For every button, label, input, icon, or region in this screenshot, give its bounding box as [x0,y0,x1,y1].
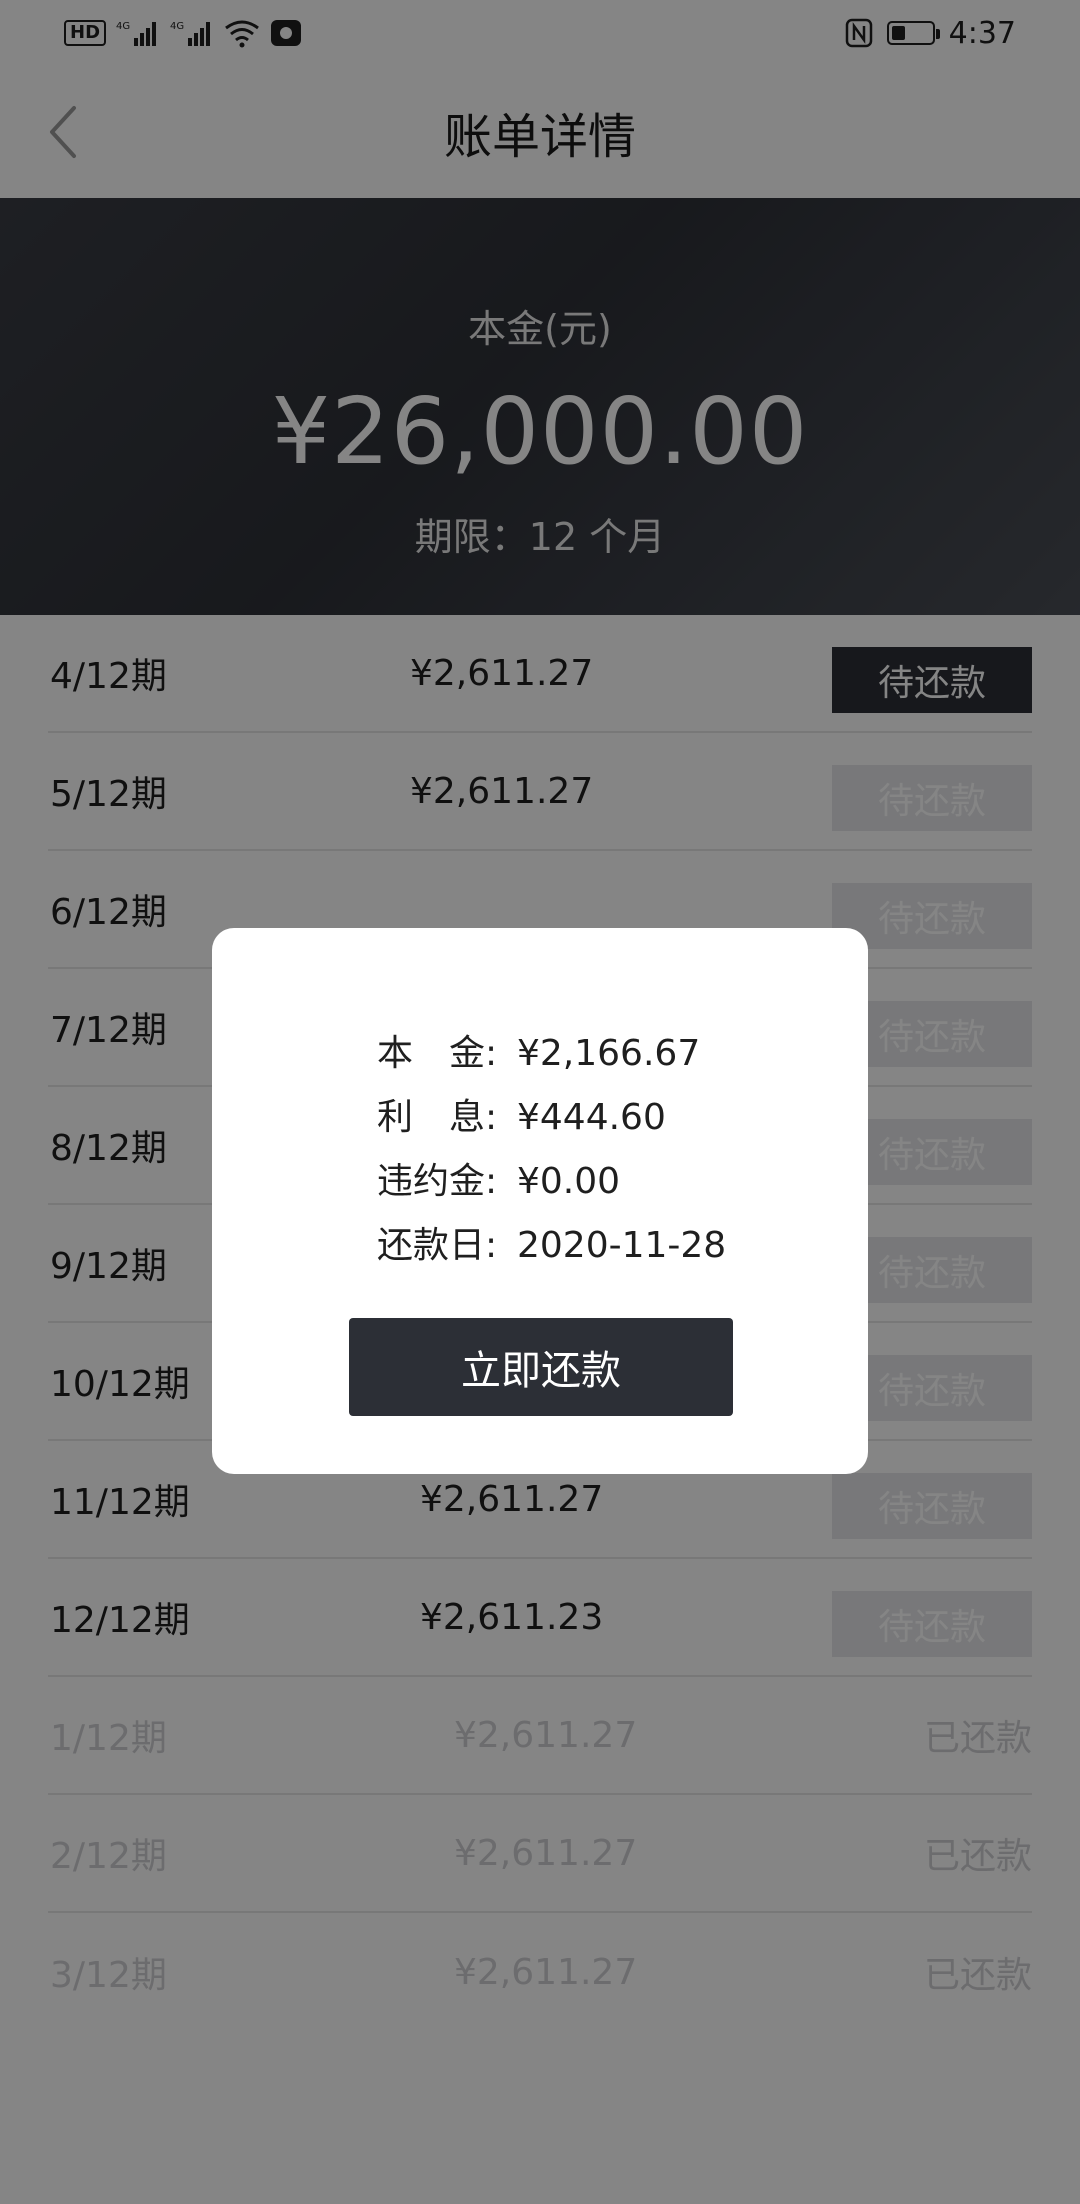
dialog-penalty-line: 违约金: ¥0.00 [377,1152,620,1204]
dialog-penalty-value: ¥0.00 [517,1161,621,1202]
pay-now-button[interactable]: 立即还款 [349,1318,733,1416]
installment-detail-dialog: 本 金: ¥2,166.67 利 息: ¥444.60 违约金: ¥0.00 还款日:… [212,928,868,1474]
dialog-principal-value: ¥2,166.67 [517,1033,701,1074]
dialog-penalty-label: 违约金: [377,1161,498,1202]
dialog-interest-value: ¥444.60 [517,1097,666,1138]
dialog-principal-label: 本 金: [377,1033,498,1074]
dialog-due-value: 2020-11-28 [517,1225,727,1266]
dialog-due-label: 还款日: [377,1225,498,1266]
dialog-interest-line: 利 息: ¥444.60 [377,1088,666,1140]
dialog-due-line: 还款日: 2020-11-28 [377,1216,726,1268]
dialog-principal-line: 本 金: ¥2,166.67 [377,1024,700,1076]
dialog-interest-label: 利 息: [377,1097,498,1138]
app-screen: HD 4G 4G 4:37 账单详情 本金(元) ¥26,000.00 期限：1… [0,0,1080,2204]
